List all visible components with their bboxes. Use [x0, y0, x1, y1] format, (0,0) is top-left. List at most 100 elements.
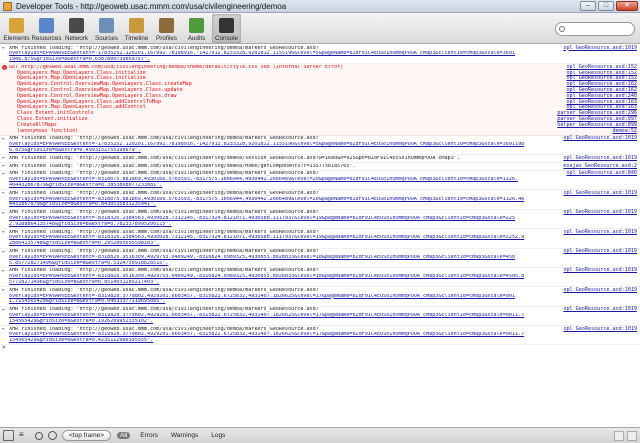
console-log-entry[interactable]: ▸ XHR finished loading: "http://geoweb.us… [0, 45, 640, 65]
stack-trace-source-link[interactable]: demoa:52 [612, 128, 637, 135]
tab-console[interactable]: Console [212, 14, 241, 43]
source-link[interactable]: opl GeoResource.axd:1019 [563, 45, 637, 52]
source-link[interactable]: opl GeoResource.axd:840 [566, 171, 637, 178]
undock-icon[interactable] [627, 430, 637, 441]
expand-arrow-icon[interactable]: ▸ [2, 136, 5, 143]
timeline-icon [129, 18, 144, 33]
console-log-entry[interactable]: ▸ XHR finished loading: "http://geoweb.us… [0, 136, 640, 156]
console-prompt[interactable]: > [0, 345, 640, 353]
source-link[interactable]: opl GeoResource.axd:1019 [563, 326, 637, 333]
tab-timeline[interactable]: Timeline [122, 14, 151, 43]
settings-gear-icon[interactable] [614, 430, 624, 441]
window-title: Developer Tools - http://geoweb.usac.mmm… [16, 1, 287, 11]
console-url-continuation[interactable]: 4432867879&gridSize=8&extra=0.8430535831… [9, 202, 550, 208]
console-log-entry[interactable]: ▸ XHR finished loading: "http://geoweb.us… [0, 163, 640, 171]
tab-resources[interactable]: Resources [31, 14, 62, 43]
expand-arrow-icon[interactable]: ▸ [2, 191, 5, 197]
console-url-continuation[interactable]: 28864135748&gridSize=8&extra=0.295200569… [9, 241, 550, 247]
source-link[interactable]: opl GeoResource.axd:1019 [563, 268, 637, 275]
expand-arrow-icon[interactable]: ▸ [2, 156, 5, 162]
source-link[interactable]: opl GeoResource.axd:1019 [563, 209, 637, 217]
source-link[interactable]: opl GeoResource.axd:1019 [563, 229, 637, 236]
tab-elements[interactable]: Elements [2, 14, 31, 43]
console-log-entry[interactable]: ▸ XHR finished loading: "http://geoweb.us… [0, 209, 640, 230]
search-icon[interactable] [35, 431, 43, 440]
source-link[interactable]: msajax GeoResource.axd:2 [563, 163, 637, 170]
filter-errors[interactable]: Errors [137, 432, 161, 439]
tab-label: Console [214, 35, 239, 42]
source-link[interactable]: opl GeoResource.axd:1019 [563, 287, 637, 294]
console-log-entry[interactable]: ▸ XHR finished loading: "http://geoweb.us… [0, 248, 640, 268]
log-filter-group: All Errors Warnings Logs [117, 432, 235, 439]
console-url-continuation[interactable]: 1.7154565429&gridSize=8&extra=0.04033377… [9, 299, 550, 305]
filter-all[interactable]: All [117, 432, 131, 439]
error-icon: × [2, 65, 7, 71]
clear-console-icon[interactable] [48, 431, 57, 440]
status-bar: ≡ <top frame> All Errors Warnings Logs [0, 427, 640, 443]
console-url-continuation[interactable]: 1986.875&gridSize=8&extra=0.638780073986… [9, 57, 550, 63]
expand-arrow-icon[interactable]: ▸ [2, 171, 5, 178]
expand-arrow-icon[interactable]: ▸ [2, 229, 5, 236]
console-log-entry[interactable]: ▸ XHR finished loading: "http://geoweb.us… [0, 171, 640, 191]
source-link[interactable]: opl GeoResource.axd:1019 [563, 306, 637, 313]
expand-arrow-icon[interactable]: ▸ [2, 287, 5, 294]
source-link[interactable]: opl GeoResource.axd:1019 [563, 136, 637, 143]
title-bar: Developer Tools - http://geoweb.usac.mmm… [0, 0, 640, 13]
tab-label: Resources [31, 35, 62, 42]
console-log-entry[interactable]: ▸ XHR finished loading: "http://geoweb.us… [0, 306, 640, 327]
source-link[interactable]: opl GeoResource.axd:152 [566, 64, 637, 71]
filter-logs[interactable]: Logs [208, 432, 228, 439]
tab-network[interactable]: Network [62, 14, 91, 43]
console-url-continuation[interactable]: 5.857728271496&gridSize=8&extra=0.532475… [9, 261, 550, 267]
profiles-icon [159, 18, 174, 33]
console-url-continuation[interactable]: 154565429&gridSize=8&extra=0.42351129803… [9, 338, 550, 344]
elements-icon [9, 18, 24, 33]
tab-label: Audits [187, 35, 206, 42]
expand-arrow-icon[interactable]: ▸ [2, 210, 5, 217]
console-log-entry[interactable]: ▸ XHR finished loading: "http://geoweb.us… [0, 190, 640, 210]
console-message: XHR finished loading: "http://geoweb.usa… [9, 155, 460, 161]
console-log-entry[interactable]: ▸ XHR finished loading: "http://geoweb.us… [0, 229, 640, 249]
search-icon [559, 26, 565, 32]
filter-warnings[interactable]: Warnings [168, 432, 201, 439]
console-log-entry[interactable]: ▸ XHR finished loading: "http://geoweb.us… [0, 268, 640, 288]
console-url-continuation[interactable]: 6.875&gridSize=8&extra=0.499315275519867… [9, 148, 550, 154]
source-link[interactable]: opl GeoResource.axd:1019 [563, 248, 637, 255]
source-link[interactable]: opl GeoResource.axd:1019 [563, 190, 637, 197]
console-url-continuation[interactable]: 404432867879&gridSize=8&extra=0.38538080… [9, 183, 550, 189]
network-icon [69, 18, 84, 33]
console-url-continuation[interactable]: 2.9288864135748&gridSize=8&extra=0.78233… [9, 222, 550, 228]
frame-selector[interactable]: <top frame> [62, 430, 112, 441]
console-error-entry[interactable]: × GET http://geoweb.usac.mmm.com/usa/civi… [0, 64, 640, 136]
expand-arrow-icon[interactable]: ▸ [2, 307, 5, 314]
console-log-entry[interactable]: ▸ XHR finished loading: "http://geoweb.us… [0, 155, 640, 164]
tab-label: Sources [94, 35, 119, 42]
tab-label: Elements [3, 35, 30, 42]
expand-arrow-icon[interactable]: ▸ [2, 163, 5, 170]
close-button[interactable]: ✕ [616, 1, 638, 11]
console-toggle-icon[interactable]: ≡ [19, 430, 30, 441]
expand-arrow-icon[interactable]: ▸ [2, 45, 5, 52]
console-url-continuation[interactable]: 57728271496&gridSize=8&extra=0.851403128… [9, 280, 550, 286]
stack-trace-function: (anonymous function) [17, 127, 79, 134]
source-link[interactable]: opl GeoResource.axd:1019 [563, 155, 637, 162]
tab-profiles[interactable]: Profiles [152, 14, 181, 43]
dock-icon[interactable] [3, 430, 14, 441]
resources-icon [39, 18, 54, 33]
tab-label: Timeline [124, 35, 149, 42]
console-panel[interactable]: ▸ XHR finished loading: "http://geoweb.us… [0, 45, 640, 427]
expand-arrow-icon[interactable]: ▸ [2, 326, 5, 333]
expand-arrow-icon[interactable]: ▸ [2, 249, 5, 256]
tab-sources[interactable]: Sources [92, 14, 121, 43]
console-log-entry[interactable]: ▸ XHR finished loading: "http://geoweb.us… [0, 287, 640, 307]
sources-icon [99, 18, 114, 33]
devtools-app-icon [3, 1, 12, 11]
minimize-button[interactable]: – [580, 1, 596, 11]
tab-label: Network [64, 35, 89, 42]
search-input[interactable] [555, 22, 635, 36]
console-log-entry[interactable]: ▸ XHR finished loading: "http://geoweb.us… [0, 326, 640, 346]
tab-audits[interactable]: Audits [182, 14, 211, 43]
console-url-continuation[interactable]: 154565429&gridSize=8&extra=0.19262099523… [9, 319, 550, 325]
expand-arrow-icon[interactable]: ▸ [2, 268, 5, 275]
maximize-button[interactable]: □ [598, 1, 614, 11]
